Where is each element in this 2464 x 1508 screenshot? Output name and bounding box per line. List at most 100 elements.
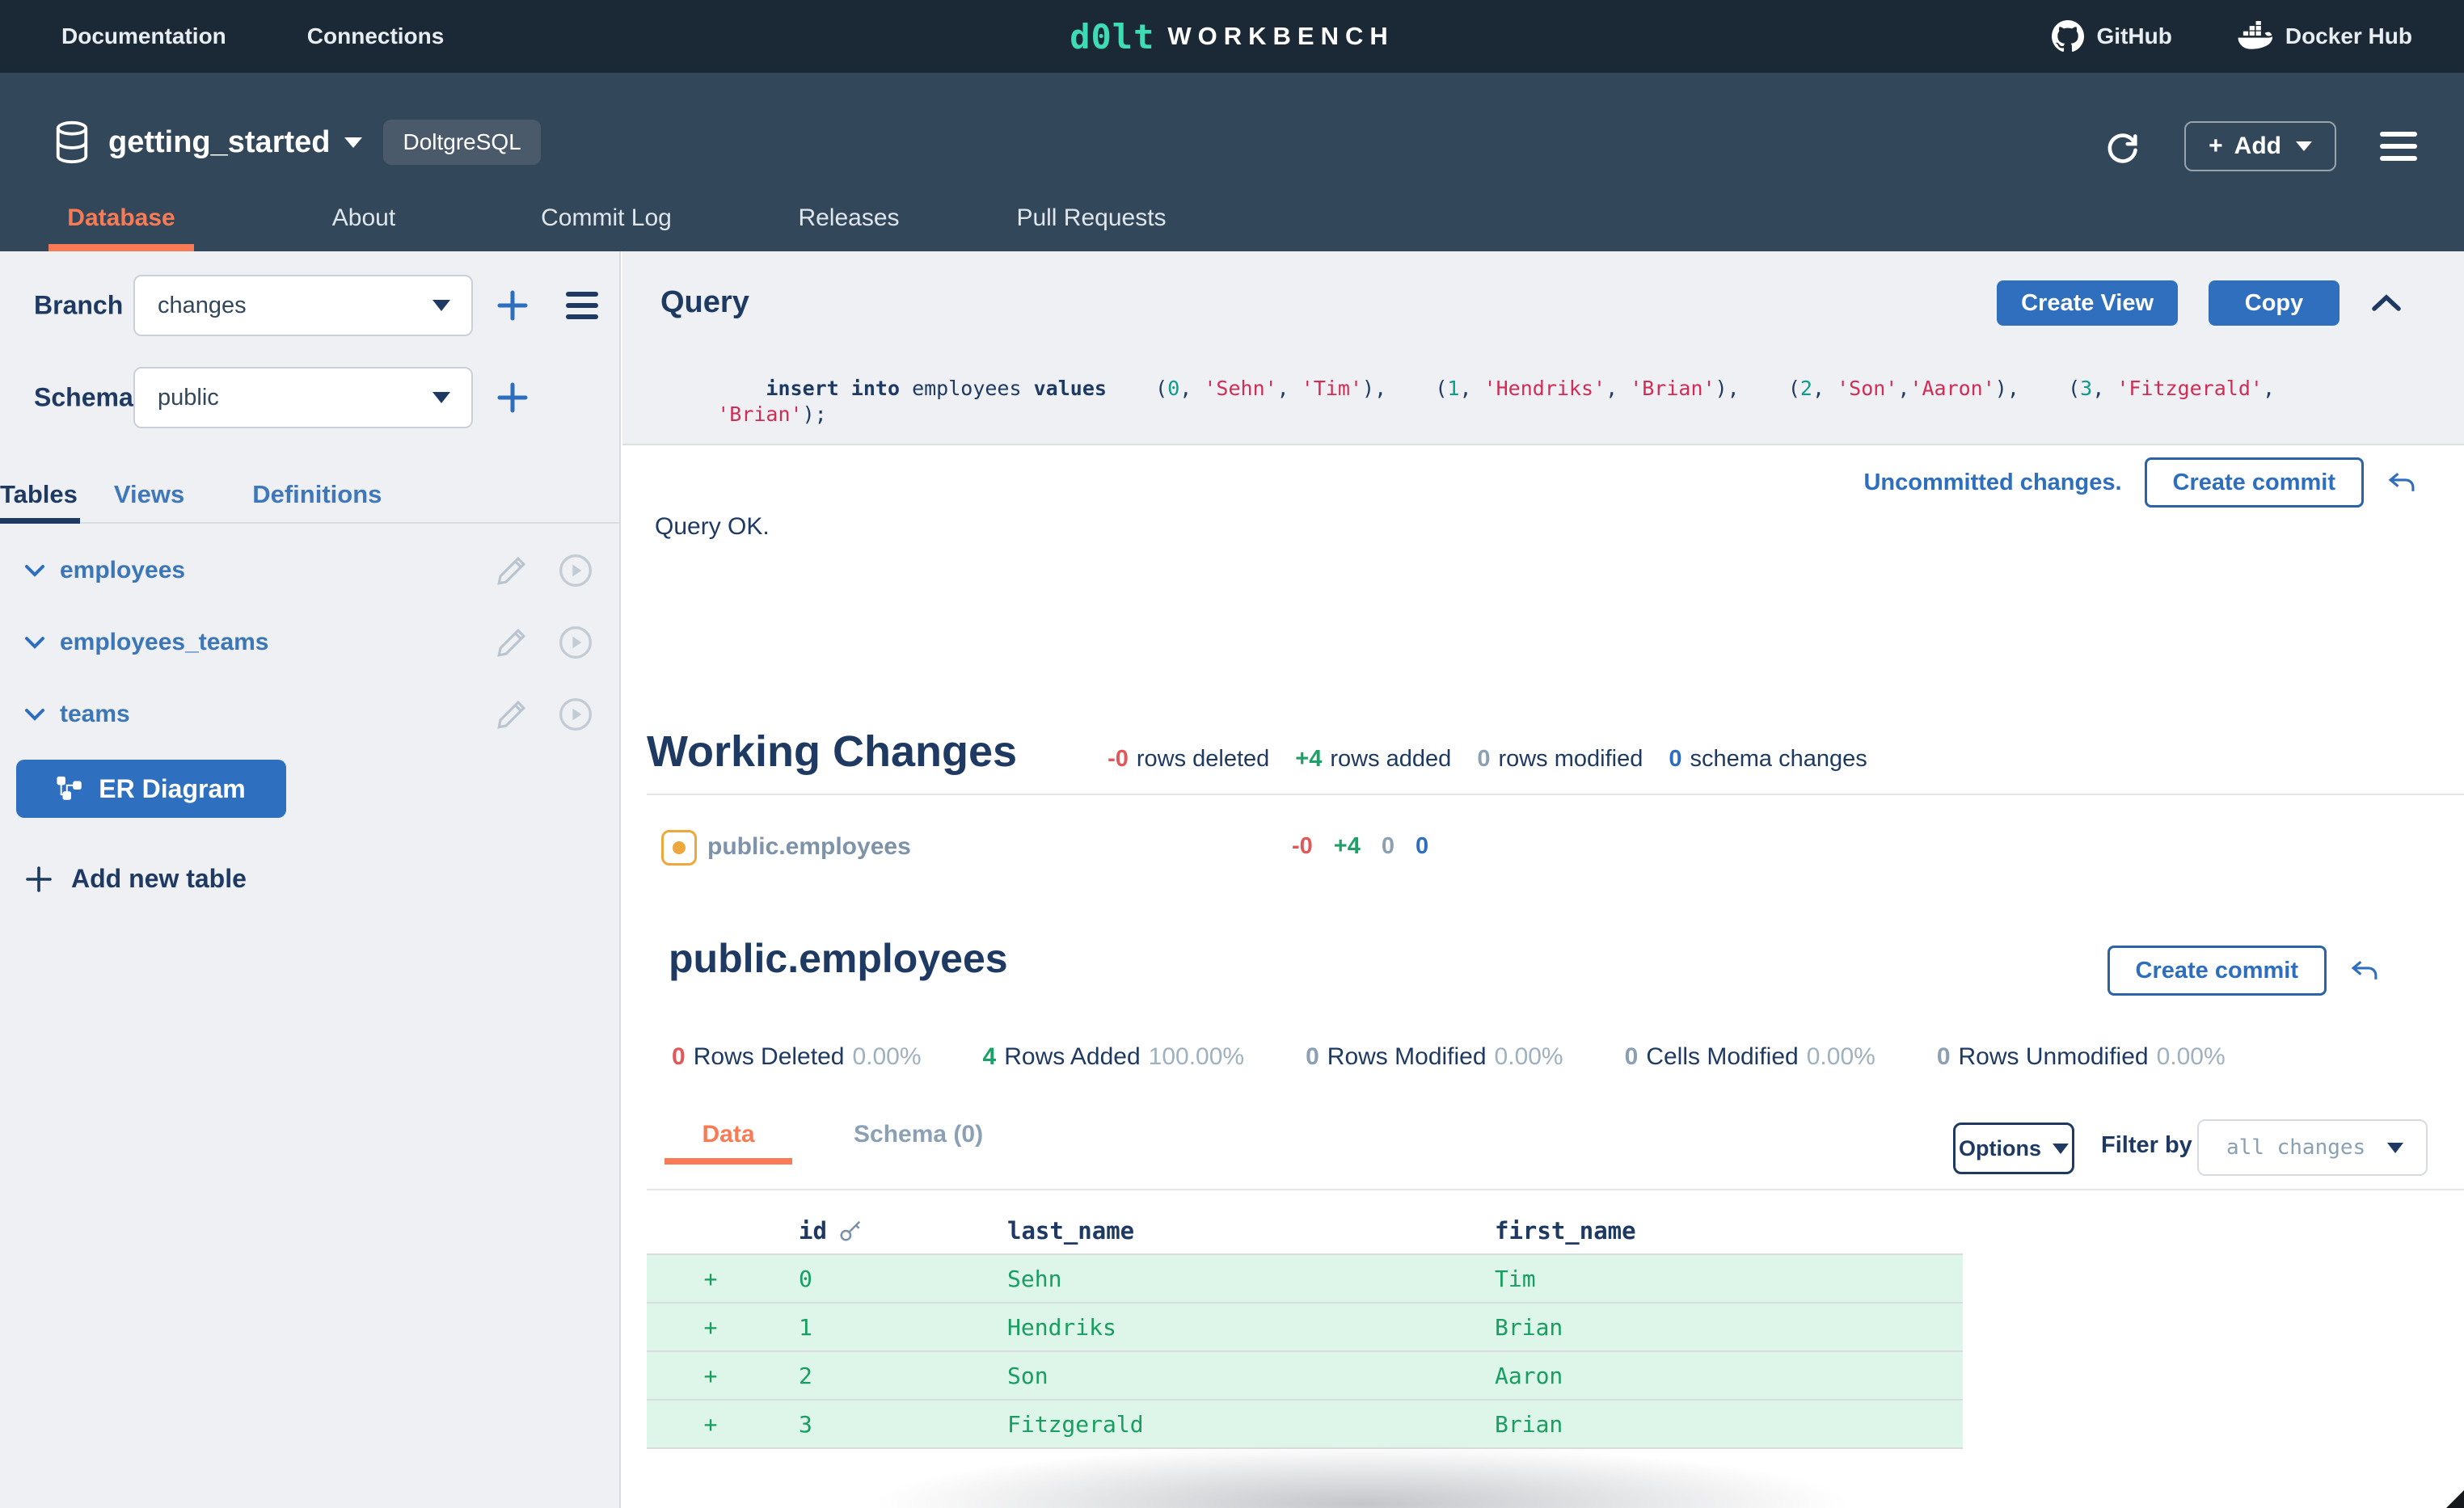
- stat-label: Rows Modified: [1327, 1043, 1487, 1071]
- copy-button[interactable]: Copy: [2209, 280, 2340, 326]
- dockerhub-link-label: Docker Hub: [2285, 23, 2412, 49]
- add-schema-button[interactable]: [495, 380, 530, 415]
- filter-select[interactable]: all changes: [2197, 1119, 2428, 1176]
- sql-token: ,: [1459, 377, 1483, 400]
- added-row[interactable]: + 1 Hendriks Brian: [647, 1304, 1963, 1352]
- sql-token: 'Brian': [717, 402, 802, 426]
- diff-tab[interactable]: Schema (0): [854, 1121, 983, 1165]
- header-tab[interactable]: Releases: [728, 204, 970, 251]
- table-name[interactable]: teams: [60, 701, 130, 728]
- chevron-down-icon[interactable]: [24, 563, 45, 578]
- branch-select[interactable]: changes: [133, 275, 473, 336]
- row-added-marker: +: [647, 1266, 774, 1292]
- cell-first-name: Aaron: [1495, 1363, 1963, 1389]
- uncommitted-changes-bar: Uncommitted changes. Create commit: [1863, 457, 2417, 508]
- changed-table-name[interactable]: public.employees: [707, 833, 911, 861]
- create-view-button[interactable]: Create View: [1997, 280, 2178, 326]
- create-commit-button[interactable]: Create commit: [2107, 946, 2327, 996]
- stat-label: rows deleted: [1137, 746, 1269, 773]
- added-row[interactable]: + 2 Son Aaron: [647, 1352, 1963, 1401]
- reset-changes-icon[interactable]: [2386, 469, 2417, 496]
- workbench-logo-text: WORKBENCH: [1167, 22, 1394, 51]
- menu-button[interactable]: [2380, 132, 2417, 161]
- chevron-down-icon: [432, 392, 450, 403]
- stat-percent: 0.00%: [852, 1043, 921, 1071]
- chevron-down-icon[interactable]: [24, 635, 45, 650]
- add-new-table-button[interactable]: Add new table: [24, 864, 247, 894]
- refresh-button[interactable]: [2103, 128, 2141, 165]
- diff-stat: 0 Rows Unmodified 0.00%: [1937, 1043, 2226, 1071]
- table-name[interactable]: employees: [60, 557, 185, 584]
- er-diagram-button[interactable]: ER Diagram: [16, 760, 286, 818]
- cell-first-name: Brian: [1495, 1314, 1963, 1341]
- added-row[interactable]: + 3 Fitzgerald Brian: [647, 1401, 1963, 1449]
- play-table-icon[interactable]: [558, 553, 593, 588]
- sql-token: employees: [912, 377, 1021, 400]
- reset-changes-icon[interactable]: [2349, 957, 2380, 984]
- table-list-item[interactable]: teams: [0, 678, 619, 750]
- schema-row: Schema public: [0, 367, 619, 428]
- table-list-item[interactable]: employees: [0, 534, 619, 606]
- added-row[interactable]: + 0 Sehn Tim: [647, 1255, 1963, 1304]
- working-changes-title: Working Changes: [647, 727, 1017, 777]
- options-button[interactable]: Options: [1953, 1123, 2074, 1174]
- sql-token: values: [1034, 377, 1107, 400]
- branch-label: Branch: [34, 291, 123, 321]
- header-tab[interactable]: Database: [0, 204, 243, 251]
- column-header-last-name: last_name: [999, 1217, 1495, 1245]
- working-changes-table-row[interactable]: public.employees -0+400: [622, 830, 2464, 870]
- cell-last-name: Sehn: [999, 1266, 1495, 1292]
- filter-by-label: Filter by: [2101, 1132, 2192, 1159]
- dockerhub-link[interactable]: Docker Hub: [2237, 21, 2412, 52]
- chevron-down-icon: [2387, 1143, 2403, 1153]
- top-nav-link[interactable]: Connections: [307, 23, 445, 49]
- cell-first-name: Brian: [1495, 1411, 1963, 1438]
- sidebar-tab[interactable]: Tables: [0, 480, 78, 522]
- header-tab[interactable]: Pull Requests: [970, 204, 1213, 251]
- edit-table-icon[interactable]: [495, 626, 529, 659]
- header-tab-label: Pull Requests: [1016, 204, 1166, 231]
- create-commit-button[interactable]: Create commit: [2145, 457, 2364, 508]
- add-branch-button[interactable]: [495, 288, 530, 323]
- database-name[interactable]: getting_started: [108, 125, 330, 160]
- top-nav-link[interactable]: Documentation: [61, 23, 226, 49]
- github-link[interactable]: GitHub: [2052, 20, 2172, 53]
- sidebar-tab[interactable]: Views: [114, 480, 184, 522]
- header-tab-label: About: [332, 204, 395, 231]
- modified-table-icon: [661, 830, 697, 866]
- main-content: Query Create View Copy insert into emplo…: [622, 251, 2464, 1508]
- query-panel: Query Create View Copy insert into emplo…: [622, 251, 2464, 445]
- collapse-query-button[interactable]: [2370, 293, 2403, 313]
- edit-table-icon[interactable]: [495, 697, 529, 731]
- play-table-icon[interactable]: [558, 697, 593, 732]
- header-tab[interactable]: About: [243, 204, 485, 251]
- schema-select[interactable]: public: [133, 367, 473, 428]
- play-table-icon[interactable]: [558, 625, 593, 660]
- chevron-down-icon[interactable]: [344, 137, 362, 148]
- sql-token: 3: [2080, 377, 2092, 400]
- cell-id: 0: [774, 1266, 999, 1292]
- edit-table-icon[interactable]: [495, 554, 529, 588]
- chevron-down-icon: [2053, 1144, 2069, 1154]
- diff-stat: 0 Rows Deleted 0.00%: [672, 1043, 922, 1071]
- chevron-down-icon[interactable]: [24, 707, 45, 722]
- primary-key-icon: [838, 1219, 863, 1243]
- add-button[interactable]: + Add: [2184, 121, 2336, 171]
- table-list-item[interactable]: employees_teams: [0, 606, 619, 678]
- query-title: Query: [660, 285, 749, 320]
- chevron-down-icon: [432, 300, 450, 311]
- table-name[interactable]: employees_teams: [60, 629, 269, 656]
- uncommitted-changes-label: Uncommitted changes.: [1863, 470, 2121, 496]
- sql-token: ,: [1812, 377, 1837, 400]
- cell-last-name: Hendriks: [999, 1314, 1495, 1341]
- diff-tabs: Data Schema (0): [665, 1121, 983, 1165]
- sidebar-tab-label: Definitions: [252, 480, 382, 508]
- column-header-label: id: [799, 1217, 827, 1245]
- stat-value: -0: [1292, 833, 1313, 860]
- sql-editor[interactable]: insert into employees values (0, 'Sehn',…: [669, 350, 2432, 453]
- header-tab[interactable]: Commit Log: [485, 204, 728, 251]
- sidebar: Branch changes Schema public Tab: [0, 251, 621, 1508]
- branch-menu-button[interactable]: [566, 292, 598, 319]
- diff-tab[interactable]: Data: [665, 1121, 792, 1165]
- sidebar-tab[interactable]: Definitions: [252, 480, 382, 522]
